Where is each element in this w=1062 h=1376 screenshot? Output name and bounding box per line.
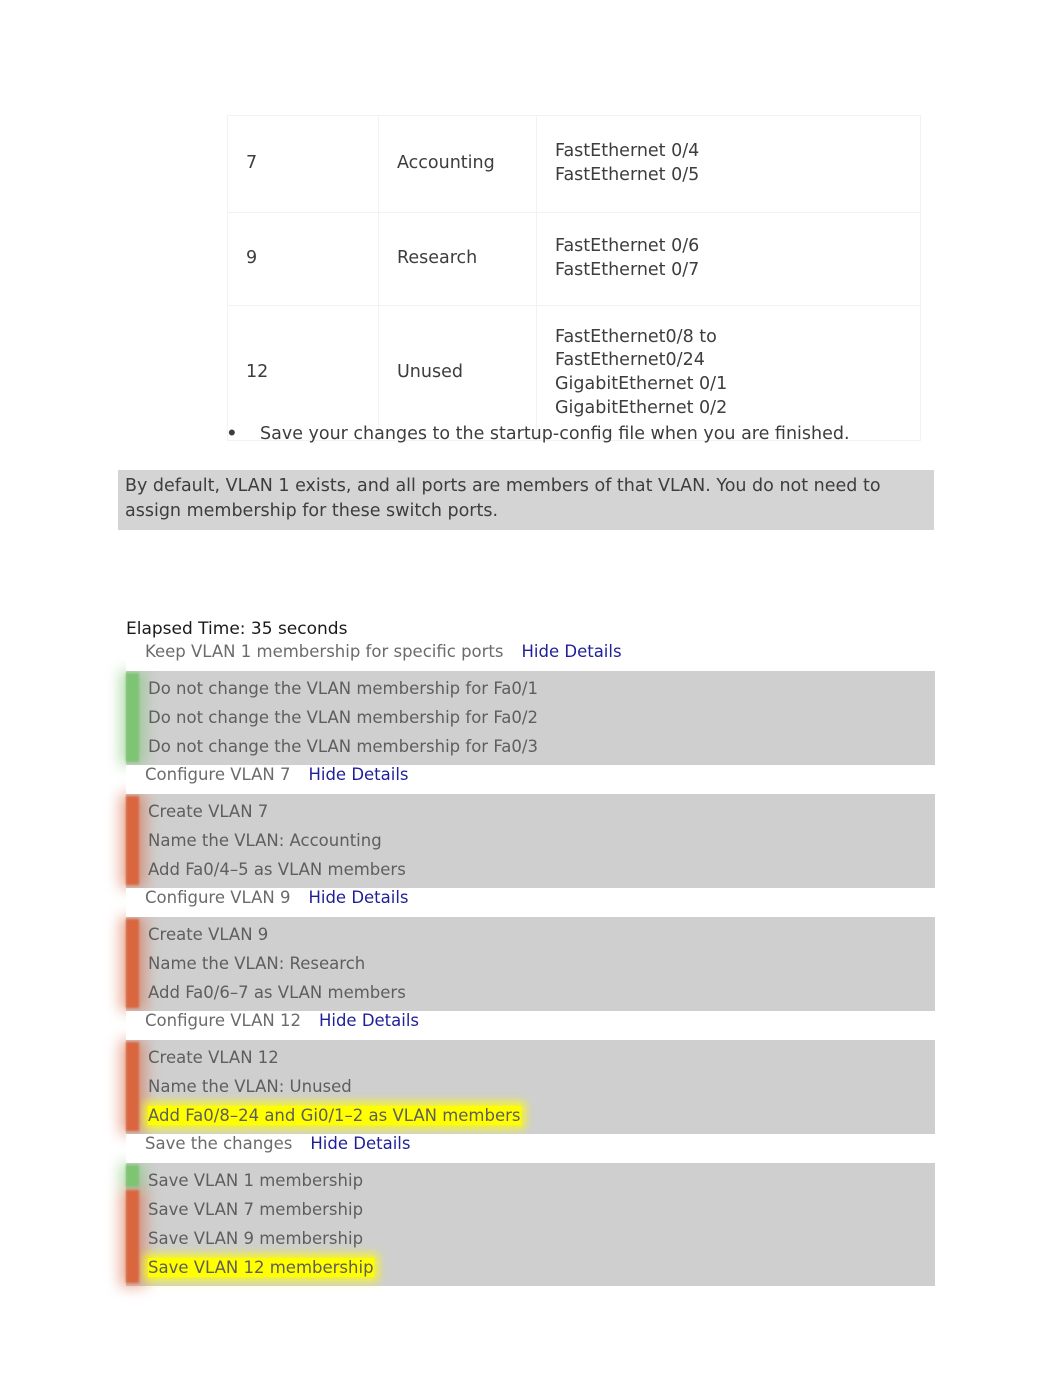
port-line: GigabitEthernet 0/2: [555, 397, 728, 418]
bullet-marker-icon: •: [228, 420, 236, 445]
list-item: Save VLAN 12 membership: [126, 1253, 935, 1282]
vlan-assignment-table: 7 Accounting FastEthernet 0/4 FastEthern…: [227, 115, 921, 441]
detail-text: Name the VLAN: Research: [148, 954, 366, 974]
port-line: GigabitEthernet 0/1: [555, 374, 728, 394]
note-text: By default, VLAN 1 exists, and all ports…: [125, 476, 881, 521]
list-item: Name the VLAN: Accounting: [126, 826, 935, 855]
section-title: Configure VLAN 9: [145, 888, 291, 908]
grading-checklist: Elapsed Time: 35 seconds Keep VLAN 1 mem…: [120, 618, 1026, 1288]
default-vlan-note: By default, VLAN 1 exists, and all ports…: [118, 470, 934, 530]
section-title: Configure VLAN 7: [145, 765, 291, 785]
vlan-id-cell: 12: [227, 305, 379, 441]
hide-details-link[interactable]: Hide Details: [308, 765, 408, 784]
section-title: Save the changes: [145, 1134, 293, 1154]
detail-text-highlighted: Add Fa0/8–24 and Gi0/1–2 as VLAN members: [148, 1106, 521, 1126]
list-item: Create VLAN 12: [126, 1043, 935, 1072]
vlan-name-cell: Unused: [378, 305, 537, 441]
list-item: Do not change the VLAN membership for Fa…: [126, 732, 935, 761]
detail-text: Save VLAN 9 membership: [148, 1229, 364, 1249]
detail-text: Add Fa0/6–7 as VLAN members: [148, 983, 406, 1003]
table-row: 12 Unused FastEthernet0/8 to FastEtherne…: [227, 305, 921, 441]
status-bar-fail: [126, 919, 139, 1009]
section-header[interactable]: Keep VLAN 1 membership for specific port…: [126, 642, 1026, 672]
section-details: Create VLAN 9 Name the VLAN: Research Ad…: [120, 917, 935, 1012]
detail-text: Name the VLAN: Unused: [148, 1077, 352, 1097]
section-details: Create VLAN 12 Name the VLAN: Unused Add…: [120, 1040, 935, 1135]
detail-text: Save VLAN 7 membership: [148, 1200, 364, 1220]
detail-text: Create VLAN 7: [148, 802, 269, 822]
checklist-section-save: Save the changes Hide Details Save VLAN …: [120, 1134, 1026, 1288]
checklist-section-vlan1: Keep VLAN 1 membership for specific port…: [120, 642, 1026, 766]
instruction-text: Save your changes to the startup-config …: [260, 424, 850, 444]
hide-details-link[interactable]: Hide Details: [319, 1011, 419, 1030]
port-line: FastEthernet 0/5: [555, 165, 700, 185]
section-header[interactable]: Configure VLAN 12 Hide Details: [126, 1011, 1026, 1041]
checklist-section-vlan7: Configure VLAN 7 Hide Details Create VLA…: [120, 765, 1026, 889]
detail-text: Do not change the VLAN membership for Fa…: [148, 708, 538, 728]
instruction-bullet: • Save your changes to the startup-confi…: [228, 422, 988, 447]
detail-text: Save VLAN 1 membership: [148, 1171, 364, 1191]
list-item: Save VLAN 7 membership: [126, 1195, 935, 1224]
hide-details-link[interactable]: Hide Details: [310, 1134, 410, 1153]
vlan-name-cell: Accounting: [378, 115, 537, 213]
vlan-ports-cell: FastEthernet0/8 to FastEthernet0/24 Giga…: [536, 305, 921, 441]
list-item: Name the VLAN: Research: [126, 949, 935, 978]
vlan-ports-cell: FastEthernet 0/4 FastEthernet 0/5: [536, 115, 921, 213]
status-bar-fail: [126, 1042, 139, 1132]
section-header[interactable]: Save the changes Hide Details: [126, 1134, 1026, 1164]
hide-details-link[interactable]: Hide Details: [308, 888, 408, 907]
list-item: Name the VLAN: Unused: [126, 1072, 935, 1101]
detail-text: Do not change the VLAN membership for Fa…: [148, 737, 538, 757]
list-item: Add Fa0/6–7 as VLAN members: [126, 978, 935, 1007]
status-bar-fail: [126, 1190, 139, 1284]
port-line: FastEthernet 0/6: [555, 236, 700, 257]
section-details: Do not change the VLAN membership for Fa…: [120, 671, 935, 766]
table-row: 9 Research FastEthernet 0/6 FastEthernet…: [227, 212, 921, 306]
detail-text-highlighted: Save VLAN 12 membership: [148, 1258, 374, 1278]
vlan-id-cell: 9: [227, 212, 379, 306]
port-line: FastEthernet 0/7: [555, 260, 700, 280]
detail-text: Create VLAN 9: [148, 925, 269, 945]
list-item: Save VLAN 1 membership: [126, 1166, 935, 1195]
status-bar-pass: [126, 673, 139, 763]
checklist-section-vlan9: Configure VLAN 9 Hide Details Create VLA…: [120, 888, 1026, 1012]
section-details: Save VLAN 1 membership Save VLAN 7 membe…: [120, 1163, 935, 1288]
port-line: FastEthernet0/8 to: [555, 326, 717, 347]
section-header[interactable]: Configure VLAN 7 Hide Details: [126, 765, 1026, 795]
elapsed-time-label: Elapsed Time: 35 seconds: [126, 619, 348, 639]
port-line: FastEthernet0/24: [555, 350, 705, 371]
table-row: 7 Accounting FastEthernet 0/4 FastEthern…: [227, 115, 921, 213]
port-line: FastEthernet 0/4: [555, 141, 700, 162]
section-title: Keep VLAN 1 membership for specific port…: [145, 642, 504, 662]
list-item: Do not change the VLAN membership for Fa…: [126, 703, 935, 732]
section-header[interactable]: Configure VLAN 9 Hide Details: [126, 888, 1026, 918]
detail-text: Add Fa0/4–5 as VLAN members: [148, 860, 406, 880]
status-bar-fail: [126, 796, 139, 886]
vlan-name-cell: Research: [378, 212, 537, 306]
detail-text: Name the VLAN: Accounting: [148, 831, 382, 851]
list-item: Create VLAN 9: [126, 920, 935, 949]
list-item: Create VLAN 7: [126, 797, 935, 826]
section-details: Create VLAN 7 Name the VLAN: Accounting …: [120, 794, 935, 889]
list-item: Add Fa0/8–24 and Gi0/1–2 as VLAN members: [126, 1101, 935, 1130]
detail-text: Create VLAN 12: [148, 1048, 279, 1068]
vlan-ports-cell: FastEthernet 0/6 FastEthernet 0/7: [536, 212, 921, 306]
detail-text: Do not change the VLAN membership for Fa…: [148, 679, 538, 699]
list-item: Add Fa0/4–5 as VLAN members: [126, 855, 935, 884]
vlan-table-body: 7 Accounting FastEthernet 0/4 FastEthern…: [227, 115, 921, 441]
checklist-section-vlan12: Configure VLAN 12 Hide Details Create VL…: [120, 1011, 1026, 1135]
status-bar-pass: [126, 1165, 139, 1188]
section-title: Configure VLAN 12: [145, 1011, 301, 1031]
vlan-table: 7 Accounting FastEthernet 0/4 FastEthern…: [227, 115, 921, 441]
list-item: Do not change the VLAN membership for Fa…: [126, 674, 935, 703]
hide-details-link[interactable]: Hide Details: [522, 642, 622, 661]
vlan-id-cell: 7: [227, 115, 379, 213]
list-item: Save VLAN 9 membership: [126, 1224, 935, 1253]
